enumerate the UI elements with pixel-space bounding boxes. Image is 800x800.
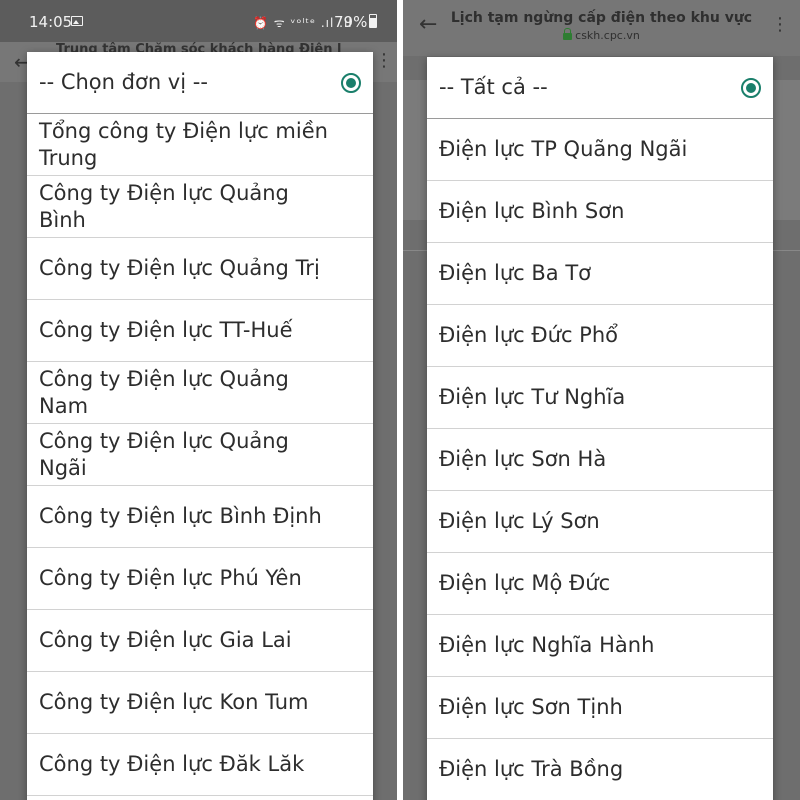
option-item[interactable]: Công ty Điện lực Kon Tum (27, 672, 373, 734)
option-item[interactable]: Công ty Điện lực Quảng Nam (27, 362, 373, 424)
browser-toolbar: ← Lịch tạm ngừng cấp điện theo khu vực c… (403, 0, 800, 56)
option-label: Tổng công ty Điện lực miền Trung (39, 118, 328, 170)
option-item[interactable]: Điện lực Sơn Hà (427, 429, 773, 491)
option-item[interactable]: Công ty Điện lực Quảng Ngãi (27, 424, 373, 486)
option-item[interactable]: Điện lực Nghĩa Hành (427, 615, 773, 677)
option-item[interactable]: Điện lực Trà Bồng (427, 739, 773, 800)
option-label: Công ty Điện lực TT-Huế (39, 318, 293, 342)
unit-select-dialog: -- Chọn đơn vị -- Tổng công ty Điện lực m… (27, 52, 373, 800)
option-item[interactable]: Công ty Điện lực TT-Huế (27, 300, 373, 362)
district-select-dialog: -- Tất cả -- Điện lực TP Quãng Ngãi Điện l… (427, 57, 773, 800)
option-item[interactable]: Điện lực Tư Nghĩa (427, 367, 773, 429)
option-label: Điện lực Sơn Tịnh (439, 695, 623, 719)
unit-option-list: -- Chọn đơn vị -- Tổng công ty Điện lực m… (27, 52, 373, 796)
left-screen: 14:05 ⏰ ᯤ ᵛᵒˡᵗᵉ .ıl .ıl 79% ← Trung tâm … (0, 0, 397, 800)
option-item[interactable]: Công ty Điện lực Phú Yên (27, 548, 373, 610)
page-url: cskh.cpc.vn (575, 29, 640, 42)
option-label: Công ty Điện lực Quảng Nam (39, 366, 289, 418)
option-item[interactable]: Công ty Điện lực Quảng Trị (27, 238, 373, 300)
option-item[interactable]: Công ty Điện lực Bình Định (27, 486, 373, 548)
option-label: Điện lực Bình Sơn (439, 199, 625, 223)
district-option-list: -- Tất cả -- Điện lực TP Quãng Ngãi Điện l… (427, 57, 773, 800)
option-item[interactable]: -- Chọn đơn vị -- (27, 52, 373, 114)
radio-selected-icon[interactable] (341, 72, 361, 93)
option-item[interactable]: Tổng công ty Điện lực miền Trung (27, 114, 373, 176)
option-label: Điện lực Nghĩa Hành (439, 633, 655, 657)
url-bar[interactable]: cskh.cpc.vn (435, 27, 768, 42)
option-label: -- Chọn đơn vị -- (39, 70, 208, 94)
option-item[interactable]: Điện lực Bình Sơn (427, 181, 773, 243)
option-label: Công ty Điện lực Bình Định (39, 504, 322, 528)
option-item[interactable]: Điện lực Mộ Đức (427, 553, 773, 615)
option-item[interactable]: -- Tất cả -- (427, 57, 773, 119)
right-screen: ← Lịch tạm ngừng cấp điện theo khu vực c… (403, 0, 800, 800)
option-label: Công ty Điện lực Quảng Ngãi (39, 428, 289, 480)
option-label: Công ty Điện lực Phú Yên (39, 566, 302, 590)
lock-icon (563, 27, 573, 40)
option-label: Điện lực TP Quãng Ngãi (439, 137, 688, 161)
more-options-icon[interactable]: ⋮ (771, 14, 789, 35)
option-label: Công ty Điện lực Quảng Trị (39, 256, 320, 280)
option-label: Điện lực Tư Nghĩa (439, 385, 626, 409)
option-item[interactable]: Điện lực Sơn Tịnh (427, 677, 773, 739)
gallery-notification-icon (71, 16, 83, 26)
option-label: Công ty Điện lực Đăk Lăk (39, 752, 305, 776)
option-label: Điện lực Đức Phổ (439, 323, 619, 347)
option-label: Công ty Điện lực Quảng Bình (39, 180, 289, 232)
option-label: Điện lực Ba Tơ (439, 261, 592, 285)
option-label: Điện lực Trà Bồng (439, 757, 624, 781)
option-label: -- Tất cả -- (439, 75, 548, 99)
option-item[interactable]: Điện lực Đức Phổ (427, 305, 773, 367)
option-label: Điện lực Sơn Hà (439, 447, 607, 471)
option-item[interactable]: Điện lực Ba Tơ (427, 243, 773, 305)
option-item[interactable]: Điện lực Lý Sơn (427, 491, 773, 553)
more-options-icon[interactable]: ⋮ (375, 50, 393, 71)
page-title: Lịch tạm ngừng cấp điện theo khu vực (450, 10, 753, 26)
option-label: Điện lực Mộ Đức (439, 571, 611, 595)
radio-selected-icon[interactable] (741, 77, 761, 98)
option-item[interactable]: Công ty Điện lực Quảng Bình (27, 176, 373, 238)
option-item[interactable]: Công ty Điện lực Đăk Lăk (27, 734, 373, 796)
status-time: 14:05 (29, 13, 73, 31)
battery-icon (369, 14, 377, 28)
option-label: Điện lực Lý Sơn (439, 509, 600, 533)
option-label: Công ty Điện lực Kon Tum (39, 690, 309, 714)
option-label: Công ty Điện lực Gia Lai (39, 628, 292, 652)
status-bar: 14:05 ⏰ ᯤ ᵛᵒˡᵗᵉ .ıl .ıl 79% (0, 0, 397, 42)
option-item[interactable]: Công ty Điện lực Gia Lai (27, 610, 373, 672)
option-item[interactable]: Điện lực TP Quãng Ngãi (427, 119, 773, 181)
battery-percent: 79% (334, 13, 368, 31)
